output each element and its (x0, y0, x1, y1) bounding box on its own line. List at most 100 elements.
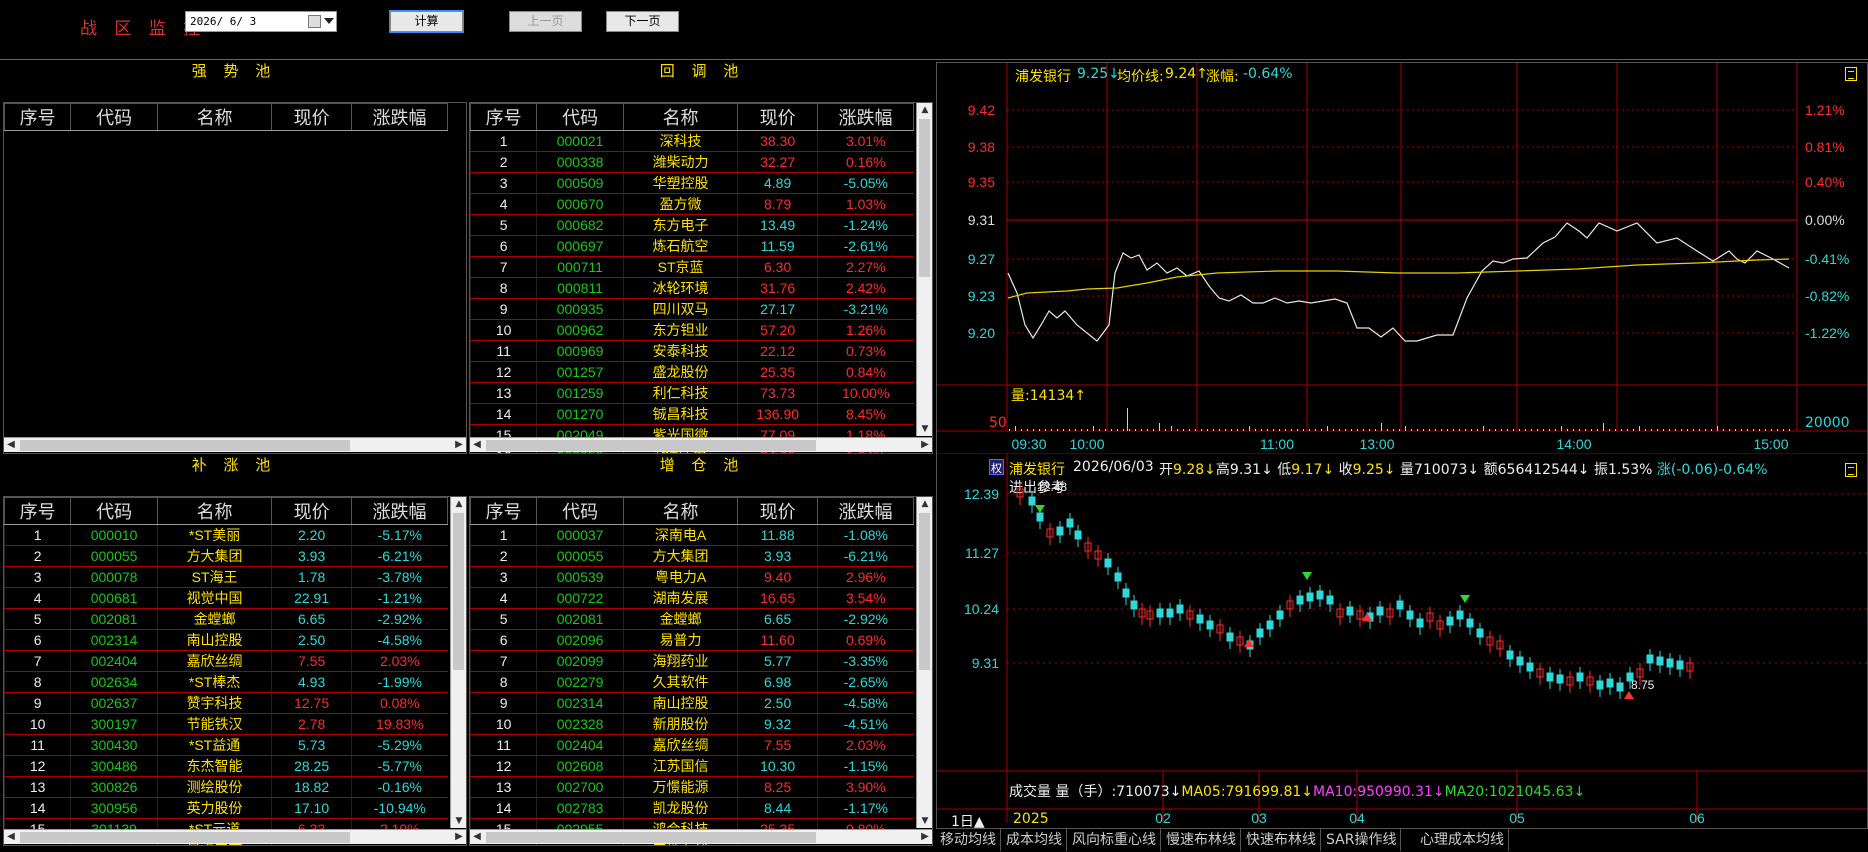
scroll-down-icon[interactable]: ▼ (451, 814, 466, 828)
table-row[interactable]: 4 000681 视觉中国 22.91 -1.21% (4, 587, 448, 609)
table-row[interactable]: 2 000055 方大集团 3.93 -6.21% (4, 545, 448, 567)
scroll-right-icon[interactable]: ▶ (452, 438, 466, 453)
scroll-thumb[interactable] (20, 832, 350, 843)
scroll-thumb[interactable] (486, 832, 816, 843)
scroll-thumb[interactable] (919, 513, 930, 670)
table-row[interactable]: 3 000078 ST海王 1.78 -3.78% (4, 566, 448, 588)
horizontal-scrollbar[interactable]: ◀ ▶ (470, 437, 932, 452)
table-row[interactable]: 1 000010 *ST美丽 2.20 -5.17% (4, 524, 448, 546)
column-header[interactable]: 代码 (70, 103, 158, 131)
scroll-up-icon[interactable]: ▲ (917, 103, 932, 117)
scroll-down-icon[interactable]: ▼ (917, 422, 932, 436)
kline-chart[interactable]: 12.39 11.27 10.24 9.31 12.48 8.75 02 03 04 05 06 (937, 453, 1867, 823)
column-header[interactable]: 现价 (271, 103, 353, 131)
column-header[interactable]: 代码 (70, 497, 158, 525)
table-row[interactable]: 13 300826 测绘股份 18.82 -0.16% (4, 776, 448, 798)
tab-4[interactable]: 快速布林线 (1242, 829, 1321, 851)
table-row[interactable]: 1 000037 深南电A 11.88 -1.08% (470, 524, 914, 546)
column-header[interactable]: 涨跌幅 (817, 103, 914, 131)
table-row[interactable]: 8 000811 冰轮环境 31.76 2.42% (470, 277, 914, 299)
table-row[interactable]: 3 000509 华塑控股 4.89 -5.05% (470, 172, 914, 194)
vertical-scrollbar[interactable]: ▲ ▼ (916, 103, 932, 436)
table-row[interactable]: 3 000539 粤电力A 9.40 2.96% (470, 566, 914, 588)
table-row[interactable]: 14 001270 铖昌科技 136.90 8.45% (470, 403, 914, 425)
table-row[interactable]: 13 002700 万憬能源 8.25 3.90% (470, 776, 914, 798)
table-row[interactable]: 6 002314 南山控股 2.50 -4.58% (4, 629, 448, 651)
table-row[interactable]: 14 300956 英力股份 17.10 -10.94% (4, 797, 448, 819)
table-row[interactable]: 2 000055 方大集团 3.93 -6.21% (470, 545, 914, 567)
column-header[interactable]: 现价 (737, 497, 819, 525)
column-header[interactable]: 序号 (4, 103, 72, 131)
scroll-right-icon[interactable]: ▶ (452, 830, 466, 845)
vertical-scrollbar[interactable]: ▲ ▼ (450, 497, 466, 828)
table-row[interactable]: 11 002404 嘉欣丝绸 7.55 2.03% (470, 734, 914, 756)
scroll-right-icon[interactable]: ▶ (918, 830, 932, 845)
table-row[interactable]: 10 002328 新朋股份 9.32 -4.51% (470, 713, 914, 735)
table-row[interactable]: 7 000711 ST京蓝 6.30 2.27% (470, 256, 914, 278)
column-header[interactable]: 现价 (737, 103, 819, 131)
date-picker[interactable]: 2026/ 6/ 3 (185, 11, 337, 32)
column-header[interactable]: 涨跌幅 (817, 497, 914, 525)
column-header[interactable]: 序号 (4, 497, 72, 525)
table-row[interactable]: 5 002081 金螳螂 6.65 -2.92% (4, 608, 448, 630)
column-header[interactable]: 名称 (156, 103, 273, 131)
table-row[interactable]: 6 002096 易普力 11.60 0.69% (470, 629, 914, 651)
table-row[interactable]: 14 002783 凯龙股份 8.44 -1.17% (470, 797, 914, 819)
table-row[interactable]: 5 000682 东方电子 13.49 -1.24% (470, 214, 914, 236)
scroll-left-icon[interactable]: ◀ (470, 830, 484, 845)
scroll-right-icon[interactable]: ▶ (918, 438, 932, 453)
tab-6[interactable]: 心理成本均线 (1416, 829, 1509, 851)
table-row[interactable]: 12 300486 东杰智能 28.25 -5.77% (4, 755, 448, 777)
table-row[interactable]: 12 001257 盛龙股份 25.35 0.84% (470, 361, 914, 383)
table-row[interactable]: 7 002404 嘉欣丝绸 7.55 2.03% (4, 650, 448, 672)
tab-5[interactable]: SAR操作线 (1322, 829, 1402, 851)
tab-0[interactable]: 移动均线 (936, 829, 1001, 851)
column-header[interactable]: 现价 (271, 497, 353, 525)
scroll-thumb[interactable] (919, 119, 930, 277)
scroll-up-icon[interactable]: ▲ (917, 497, 932, 511)
table-row[interactable]: 11 000969 安泰科技 22.12 0.73% (470, 340, 914, 362)
table-row[interactable]: 2 000338 潍柴动力 32.27 0.16% (470, 151, 914, 173)
table-row[interactable]: 11 300430 *ST益通 5.73 -5.29% (4, 734, 448, 756)
column-header[interactable]: 名称 (622, 497, 739, 525)
table-row[interactable]: 7 002099 海翔药业 5.77 -3.35% (470, 650, 914, 672)
prev-page-button[interactable]: 上一页 (509, 11, 582, 32)
scroll-thumb[interactable] (453, 513, 464, 670)
calculate-button[interactable]: 计算 (389, 10, 464, 33)
table-row[interactable]: 8 002634 *ST棒杰 4.93 -1.99% (4, 671, 448, 693)
column-header[interactable]: 涨跌幅 (351, 103, 448, 131)
column-header[interactable]: 序号 (470, 497, 538, 525)
table-row[interactable]: 4 000722 湖南发展 16.65 3.54% (470, 587, 914, 609)
horizontal-scrollbar[interactable]: ◀ ▶ (4, 829, 466, 844)
scroll-left-icon[interactable]: ◀ (470, 438, 484, 453)
horizontal-scrollbar[interactable]: ◀ ▶ (4, 437, 466, 452)
column-header[interactable]: 序号 (470, 103, 538, 131)
column-header[interactable]: 名称 (156, 497, 273, 525)
tab-2[interactable]: 风向标重心线 (1068, 829, 1161, 851)
table-row[interactable]: 9 002314 南山控股 2.50 -4.58% (470, 692, 914, 714)
table-row[interactable]: 13 001259 利仁科技 73.73 10.00% (470, 382, 914, 404)
column-header[interactable]: 涨跌幅 (351, 497, 448, 525)
scroll-up-icon[interactable]: ▲ (451, 497, 466, 511)
scroll-left-icon[interactable]: ◀ (4, 830, 18, 845)
chevron-down-icon[interactable] (324, 18, 334, 24)
next-page-button[interactable]: 下一页 (606, 11, 679, 32)
table-row[interactable]: 10 300197 节能铁汉 2.78 19.83% (4, 713, 448, 735)
table-row[interactable]: 4 000670 盈方微 8.79 1.03% (470, 193, 914, 215)
calendar-icon[interactable] (308, 15, 321, 28)
table-row[interactable]: 1 000021 深科技 38.30 3.01% (470, 130, 914, 152)
tab-1[interactable]: 成本均线 (1002, 829, 1067, 851)
scroll-down-icon[interactable]: ▼ (917, 814, 932, 828)
table-row[interactable]: 9 000935 四川双马 27.17 -3.21% (470, 298, 914, 320)
table-row[interactable]: 5 002081 金螳螂 6.65 -2.92% (470, 608, 914, 630)
scroll-thumb[interactable] (486, 440, 816, 451)
table-row[interactable]: 12 002608 江苏国信 10.30 -1.15% (470, 755, 914, 777)
table-row[interactable]: 9 002637 赞宇科技 12.75 0.08% (4, 692, 448, 714)
table-row[interactable]: 10 000962 东方钽业 57.20 1.26% (470, 319, 914, 341)
tab-3[interactable]: 慢速布林线 (1162, 829, 1241, 851)
horizontal-scrollbar[interactable]: ◀ ▶ (470, 829, 932, 844)
scroll-thumb[interactable] (20, 440, 350, 451)
panel-menu-icon[interactable] (1845, 67, 1857, 81)
column-header[interactable]: 代码 (536, 497, 624, 525)
scroll-left-icon[interactable]: ◀ (4, 438, 18, 453)
